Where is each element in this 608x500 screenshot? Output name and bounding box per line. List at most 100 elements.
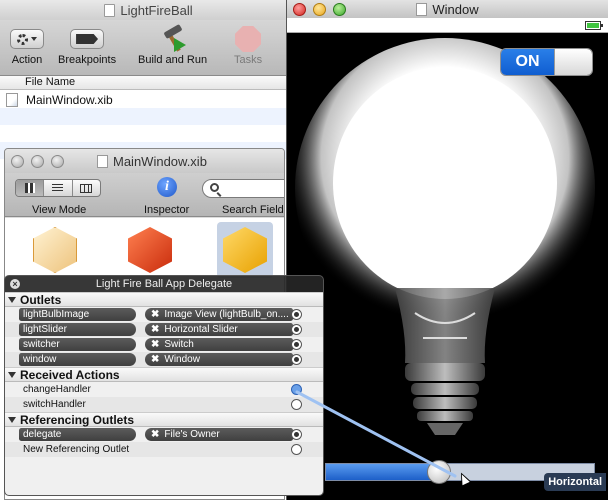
connection-dot-dragging[interactable]	[291, 384, 302, 395]
referencing-target: ✖ File's Owner	[145, 428, 293, 441]
app-delegate-object-selected[interactable]	[217, 222, 273, 278]
outlet-target-label: Window	[164, 354, 200, 365]
connection-dot[interactable]	[291, 429, 302, 440]
list-view-segment[interactable]	[44, 180, 73, 196]
inspector-info-icon[interactable]: i	[157, 177, 177, 197]
xib-file-icon	[6, 92, 18, 107]
connection-dot[interactable]	[291, 339, 302, 350]
xib-titlebar: MainWindow.xib	[5, 149, 284, 173]
action-row: changeHandler	[5, 382, 323, 397]
outlet-target: ✖ Horizontal Slider	[145, 323, 293, 336]
slider-thumb[interactable]	[426, 460, 451, 484]
app-delegate-cube-icon	[223, 227, 267, 273]
xcode-titlebar: LightFireBall	[0, 0, 297, 20]
hammer-icon	[160, 23, 186, 52]
column-view-segment[interactable]	[73, 180, 100, 196]
hud-body: Outlets lightBulbImage ✖ Image View (ligh…	[5, 292, 323, 495]
bulb-screw-thread	[413, 397, 477, 409]
connection-dot[interactable]	[291, 354, 302, 365]
outlet-target: ✖ Switch	[145, 338, 293, 351]
simulator-titlebar: Window	[287, 0, 608, 18]
project-title: LightFireBall	[120, 2, 193, 18]
received-actions-section-header[interactable]: Received Actions	[5, 367, 323, 382]
bulb-base-ring	[405, 363, 485, 381]
zoom-window-button[interactable]	[51, 155, 64, 168]
disconnect-icon[interactable]: ✖	[151, 353, 159, 366]
tasks-button[interactable]: Tasks	[234, 24, 262, 66]
outlet-row: lightBulbImage ✖ Image View (lightBulb_on…	[5, 307, 323, 322]
ios-status-bar	[287, 18, 608, 33]
file-row-mainwindow-xib[interactable]: MainWindow.xib	[0, 91, 297, 108]
close-icon[interactable]: ×	[10, 279, 20, 289]
xib-document-icon	[97, 154, 108, 168]
close-window-button[interactable]	[11, 155, 24, 168]
hud-titlebar: × Light Fire Ball App Delegate	[5, 276, 323, 292]
referencing-name: delegate	[19, 428, 136, 441]
horizontal-slider-tooltip: Horizontal	[544, 473, 606, 491]
search-icon	[210, 183, 219, 192]
icon-view-icon	[24, 183, 35, 193]
xib-toolbar: View Mode i Inspector Search Field	[5, 173, 284, 217]
tasks-label: Tasks	[234, 54, 263, 66]
referencing-name: New Referencing Outlet	[23, 444, 130, 455]
bulb-screw-thread	[417, 411, 473, 421]
disconnect-icon[interactable]: ✖	[151, 428, 159, 441]
battery-icon	[585, 21, 603, 30]
stop-icon	[235, 26, 262, 52]
referencing-row: delegate ✖ File's Owner	[5, 427, 323, 442]
outlets-section-header[interactable]: Outlets	[5, 292, 323, 307]
outlet-row: switcher ✖ Switch	[5, 337, 323, 352]
bulb-globe	[333, 67, 557, 299]
simulator-window: Window ON Horizontal	[286, 0, 608, 500]
disclosure-triangle-icon	[8, 371, 16, 378]
build-and-run-button[interactable]: Build and Run	[138, 23, 208, 66]
outlets-section-title: Outlets	[20, 292, 62, 307]
light-bulb-image	[295, 38, 595, 435]
zoom-window-button[interactable]	[333, 3, 346, 16]
disconnect-icon[interactable]: ✖	[151, 323, 159, 336]
referencing-outlets-section-header[interactable]: Referencing Outlets	[5, 412, 323, 427]
action-name: switchHandler	[23, 399, 86, 410]
bulb-screw-thread	[411, 383, 479, 395]
search-input[interactable]	[202, 179, 284, 198]
build-and-run-label: Build and Run	[138, 54, 208, 66]
connection-dot[interactable]	[291, 309, 302, 320]
list-view-icon	[52, 183, 64, 193]
action-label: Action	[11, 54, 43, 66]
bulb-neck	[395, 288, 495, 363]
close-window-button[interactable]	[293, 3, 306, 16]
inspector-label: Inspector	[144, 204, 190, 216]
disconnect-icon[interactable]: ✖	[151, 308, 159, 321]
view-mode-segmented-control[interactable]	[15, 179, 101, 197]
view-mode-label: View Mode	[32, 204, 87, 216]
outlet-row: window ✖ Window	[5, 352, 323, 367]
breakpoint-icon	[70, 29, 105, 49]
on-off-switch[interactable]: ON	[500, 48, 593, 76]
connection-dot[interactable]	[291, 399, 302, 410]
minimize-window-button[interactable]	[31, 155, 44, 168]
file-name-column-header[interactable]: File Name	[0, 76, 297, 90]
switch-on-label: ON	[501, 49, 554, 75]
column-view-icon	[80, 183, 93, 193]
outlet-target-label: Horizontal Slider	[164, 324, 238, 335]
outlet-target-label: Image View (lightBulb_on....	[164, 309, 289, 320]
outlet-name: lightBulbImage	[19, 308, 136, 321]
disconnect-icon[interactable]: ✖	[151, 338, 159, 351]
disclosure-triangle-icon	[8, 416, 16, 423]
switch-knob[interactable]	[554, 49, 592, 75]
breakpoints-label: Breakpoints	[58, 54, 117, 66]
minimize-window-button[interactable]	[313, 3, 326, 16]
slider-fill	[326, 464, 439, 480]
action-button[interactable]: Action	[10, 24, 44, 66]
list-stripe	[0, 108, 297, 125]
connection-dot[interactable]	[291, 324, 302, 335]
breakpoints-button[interactable]: Breakpoints	[58, 24, 116, 66]
connection-dot[interactable]	[291, 444, 302, 455]
action-name: changeHandler	[23, 384, 91, 395]
search-field-label: Search Field	[222, 204, 284, 216]
chevron-down-icon	[31, 37, 37, 41]
xcode-toolbar: Action Breakpoints Build and Run Tasks	[0, 20, 297, 76]
icon-view-segment[interactable]	[16, 180, 45, 196]
connections-hud-panel: × Light Fire Ball App Delegate Outlets l…	[4, 275, 324, 496]
outlet-target: ✖ Window	[145, 353, 293, 366]
